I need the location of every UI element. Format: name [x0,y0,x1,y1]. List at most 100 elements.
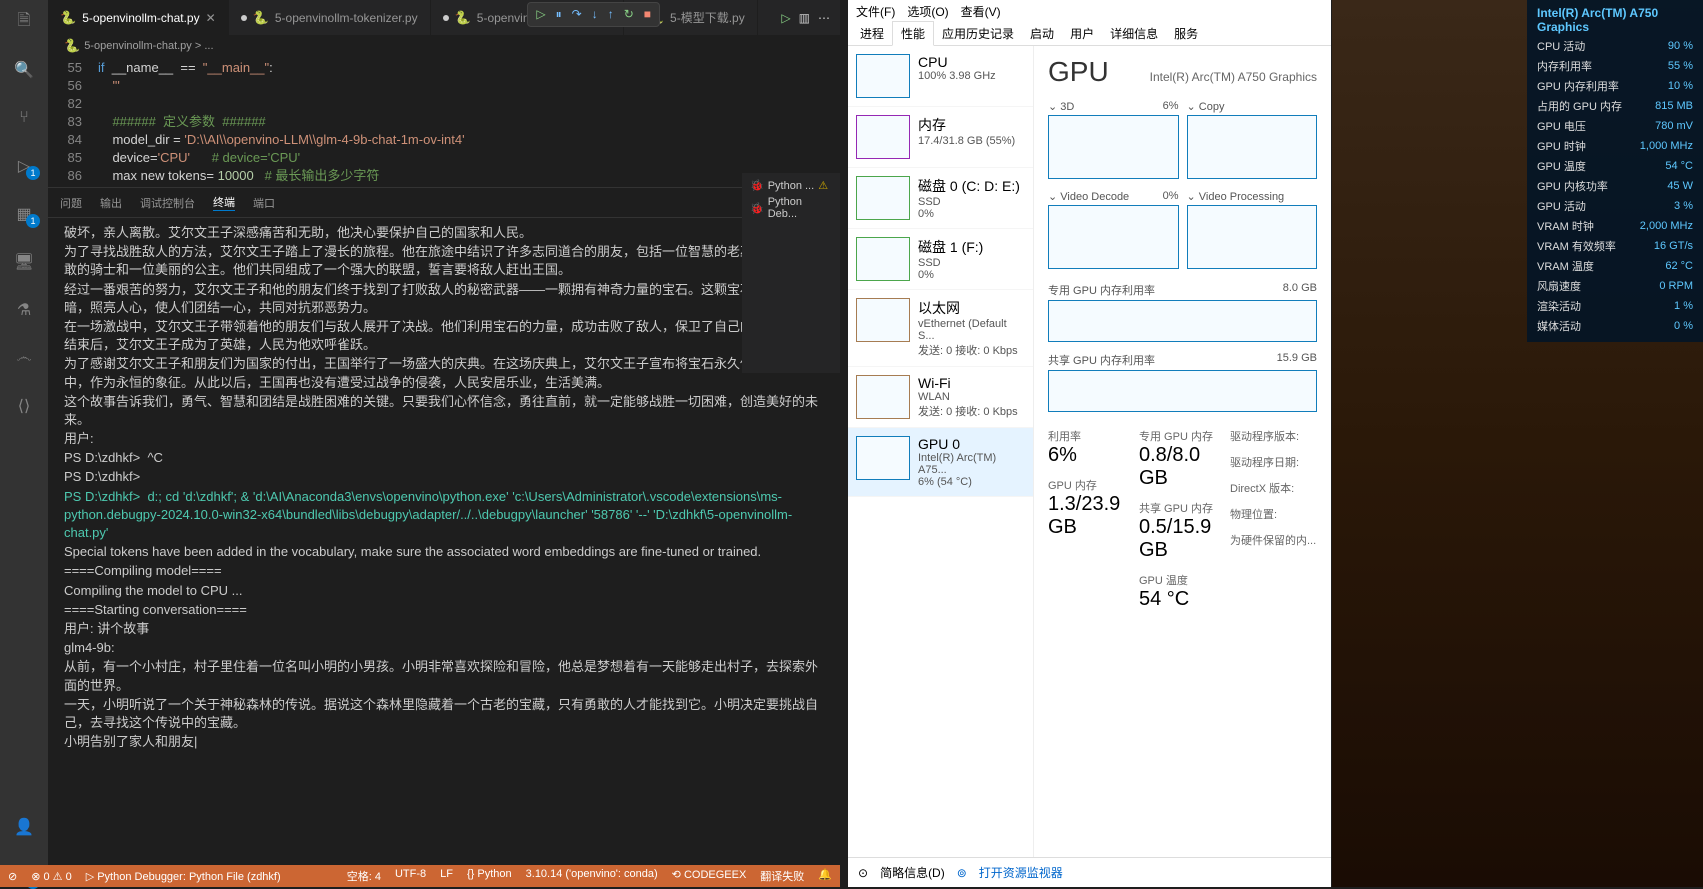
resource-item[interactable]: 磁盘 1 (F:)SSD 0% [848,229,1033,290]
code-content[interactable]: if __name__ == "__main__": ''' ###### 定义… [98,59,840,185]
stop-icon[interactable]: ■ [644,7,651,22]
status-item[interactable]: 空格: 4 [347,868,381,884]
overlay-stat: VRAM 时钟2,000 MHz [1537,216,1693,236]
overlay-stat: GPU 时钟1,000 MHz [1537,136,1693,156]
files-icon[interactable]: 🗎 [12,10,36,34]
debug-toolbar[interactable]: ▷ ⏸ ↷ ↓ ↑ ↻ ■ [527,2,660,27]
gpu-stat: 驱动程序日期: [1230,454,1317,470]
panel-tab[interactable]: 端口 [253,195,275,211]
resource-item[interactable]: Wi-FiWLAN 发送: 0 接收: 0 Kbps [848,367,1033,428]
collapse-icon[interactable]: ⊙ [858,866,868,880]
references-icon[interactable]: ⟨⟩ [12,394,36,418]
resource-item[interactable]: GPU 0Intel(R) Arc(TM) A75... 6% (54 °C) [848,428,1033,497]
panel-tab[interactable]: 终端 [213,194,235,211]
split-icon[interactable]: ▥ [799,11,810,25]
resource-item[interactable]: CPU100% 3.98 GHz [848,46,1033,107]
gpu-stat: 共享 GPU 内存0.5/15.9 GB [1139,500,1226,562]
terminal-item[interactable]: 🐞 Python Deb... [746,194,836,222]
terminal-output[interactable]: 破坏，亲人离散。艾尔文王子深感痛苦和无助，他决心要保护自己的国家和人民。为了寻找… [48,218,840,887]
tm-tab[interactable]: 应用历史记录 [934,22,1022,45]
remote-icon[interactable]: 🖥 [12,250,36,274]
overlay-stat: 渲染活动1 % [1537,296,1693,316]
resource-item[interactable]: 以太网vEthernet (Default S... 发送: 0 接收: 0 K… [848,290,1033,367]
copilot-icon[interactable]: ෴ [12,346,36,370]
resource-monitor-link[interactable]: 打开资源监视器 [979,864,1063,881]
line-numbers: 55568283848586 [48,59,98,185]
panel-tab[interactable]: 调试控制台 [140,195,195,211]
status-item[interactable]: ▷ Python Debugger: Python File (zdhkf) [86,870,281,883]
gpu-stat: 驱动程序版本: [1230,428,1317,444]
restart-icon[interactable]: ↻ [624,7,634,22]
panel: 问题输出调试控制台终端端口 ＋▾ ⋯ ∧ ✕ 破坏，亲人离散。艾尔文王子深感痛苦… [48,187,840,887]
testing-icon[interactable]: ⚗ [12,298,36,322]
overlay-stat: VRAM 有效频率16 GT/s [1537,236,1693,256]
extensions-icon[interactable]: ▦1 [12,202,36,226]
gpu-chart[interactable]: ⌄ Video Processing [1187,190,1318,272]
status-item[interactable]: 🔔 [818,868,832,884]
overlay-stat: GPU 温度54 °C [1537,156,1693,176]
tm-tab[interactable]: 启动 [1022,22,1062,45]
editor-group: 🐍5-openvinollm-chat.py✕🐍5-openvinollm-to… [48,0,840,887]
close-icon[interactable]: ✕ [206,11,216,25]
overlay-stat: 占用的 GPU 内存815 MB [1537,96,1693,116]
tm-sidebar: CPU100% 3.98 GHz内存17.4/31.8 GB (55%)磁盘 0… [848,46,1034,857]
gpu-chart[interactable]: ⌄ 3D6% [1048,100,1179,182]
source-control-icon[interactable]: ⑂ [12,106,36,130]
breadcrumb[interactable]: 🐍 5-openvinollm-chat.py > ... ▷ ⏸ ↷ ↓ ↑ … [48,35,840,57]
gpu-stat: 专用 GPU 内存0.8/8.0 GB [1139,428,1226,490]
status-item[interactable]: ⟲ CODEGEEX [672,868,747,884]
overlay-stat: 媒体活动0 % [1537,316,1693,336]
status-item[interactable]: 3.10.14 ('openvino': conda) [526,868,658,884]
tm-tab[interactable]: 服务 [1166,22,1206,45]
continue-icon[interactable]: ▷ [536,7,545,22]
panel-tab[interactable]: 问题 [60,195,82,211]
overlay-stat: GPU 内存利用率10 % [1537,76,1693,96]
tm-tab[interactable]: 性能 [892,21,934,46]
gpu-mem-chart: 专用 GPU 内存利用率8.0 GB [1048,282,1317,342]
resource-item[interactable]: 磁盘 0 (C: D: E:)SSD 0% [848,168,1033,229]
panel-tabs: 问题输出调试控制台终端端口 ＋▾ ⋯ ∧ ✕ [48,188,840,218]
run-icon[interactable]: ▷ [781,11,790,25]
tm-tab[interactable]: 进程 [852,22,892,45]
step-over-icon[interactable]: ↷ [572,7,582,22]
menu-item[interactable]: 文件(F) [856,3,895,20]
more-icon[interactable]: ⋯ [818,11,830,25]
breadcrumb-text: 5-openvinollm-chat.py > ... [84,40,213,52]
overlay-stat: GPU 电压780 mV [1537,116,1693,136]
gpu-name: Intel(R) Arc(TM) A750 Graphics [1150,70,1317,84]
brief-button[interactable]: 简略信息(D) [880,864,945,881]
terminal-item[interactable]: 🐞 Python ... ⚠ [746,177,836,194]
status-item[interactable]: ⊘ [8,870,17,883]
status-item[interactable]: {} Python [467,868,512,884]
code-editor[interactable]: 55568283848586 if __name__ == "__main__"… [48,57,840,187]
tm-detail: Intel(R) Arc(TM) A750 Graphics GPU ⌄ 3D6… [1034,46,1331,857]
status-item[interactable]: LF [440,868,453,884]
status-item[interactable]: 翻译失败 [760,868,804,884]
search-icon[interactable]: 🔍 [12,58,36,82]
editor-tab[interactable]: 🐍5-openvinollm-chat.py✕ [48,0,229,35]
gpu-chart[interactable]: ⌄ Video Decode0% [1048,190,1179,272]
resource-item[interactable]: 内存17.4/31.8 GB (55%) [848,107,1033,168]
monitor-icon: ⊚ [957,866,967,880]
gpu-overlay: Intel(R) Arc(TM) A750 Graphics CPU 活动90 … [1527,0,1703,342]
activity-bar: 🗎 🔍 ⑂ ▷1 ▦1 🖥 ⚗ ෴ ⟨⟩ 👤 ⚙1 [0,0,48,887]
minimap[interactable] [780,57,840,187]
gpu-stat: GPU 内存1.3/23.9 GB [1048,477,1135,539]
tm-tab[interactable]: 详细信息 [1102,22,1166,45]
pause-icon[interactable]: ⏸ [556,7,562,22]
accounts-icon[interactable]: 👤 [12,815,36,839]
overlay-stat: GPU 活动3 % [1537,196,1693,216]
menu-item[interactable]: 选项(O) [907,3,948,20]
menu-item[interactable]: 查看(V) [961,3,1001,20]
panel-tab[interactable]: 输出 [100,195,122,211]
gpu-chart[interactable]: ⌄ Copy [1187,100,1318,182]
status-item[interactable]: UTF-8 [395,868,426,884]
step-into-icon[interactable]: ↓ [592,7,598,22]
run-debug-icon[interactable]: ▷1 [12,154,36,178]
step-out-icon[interactable]: ↑ [608,7,614,22]
editor-tab[interactable]: 🐍5-openvinollm-tokenizer.py [229,0,431,35]
overlay-stat: 内存利用率55 % [1537,56,1693,76]
python-file-icon: 🐍 [64,38,80,54]
status-item[interactable]: ⊗ 0 ⚠ 0 [31,870,71,883]
tm-tab[interactable]: 用户 [1062,22,1102,45]
